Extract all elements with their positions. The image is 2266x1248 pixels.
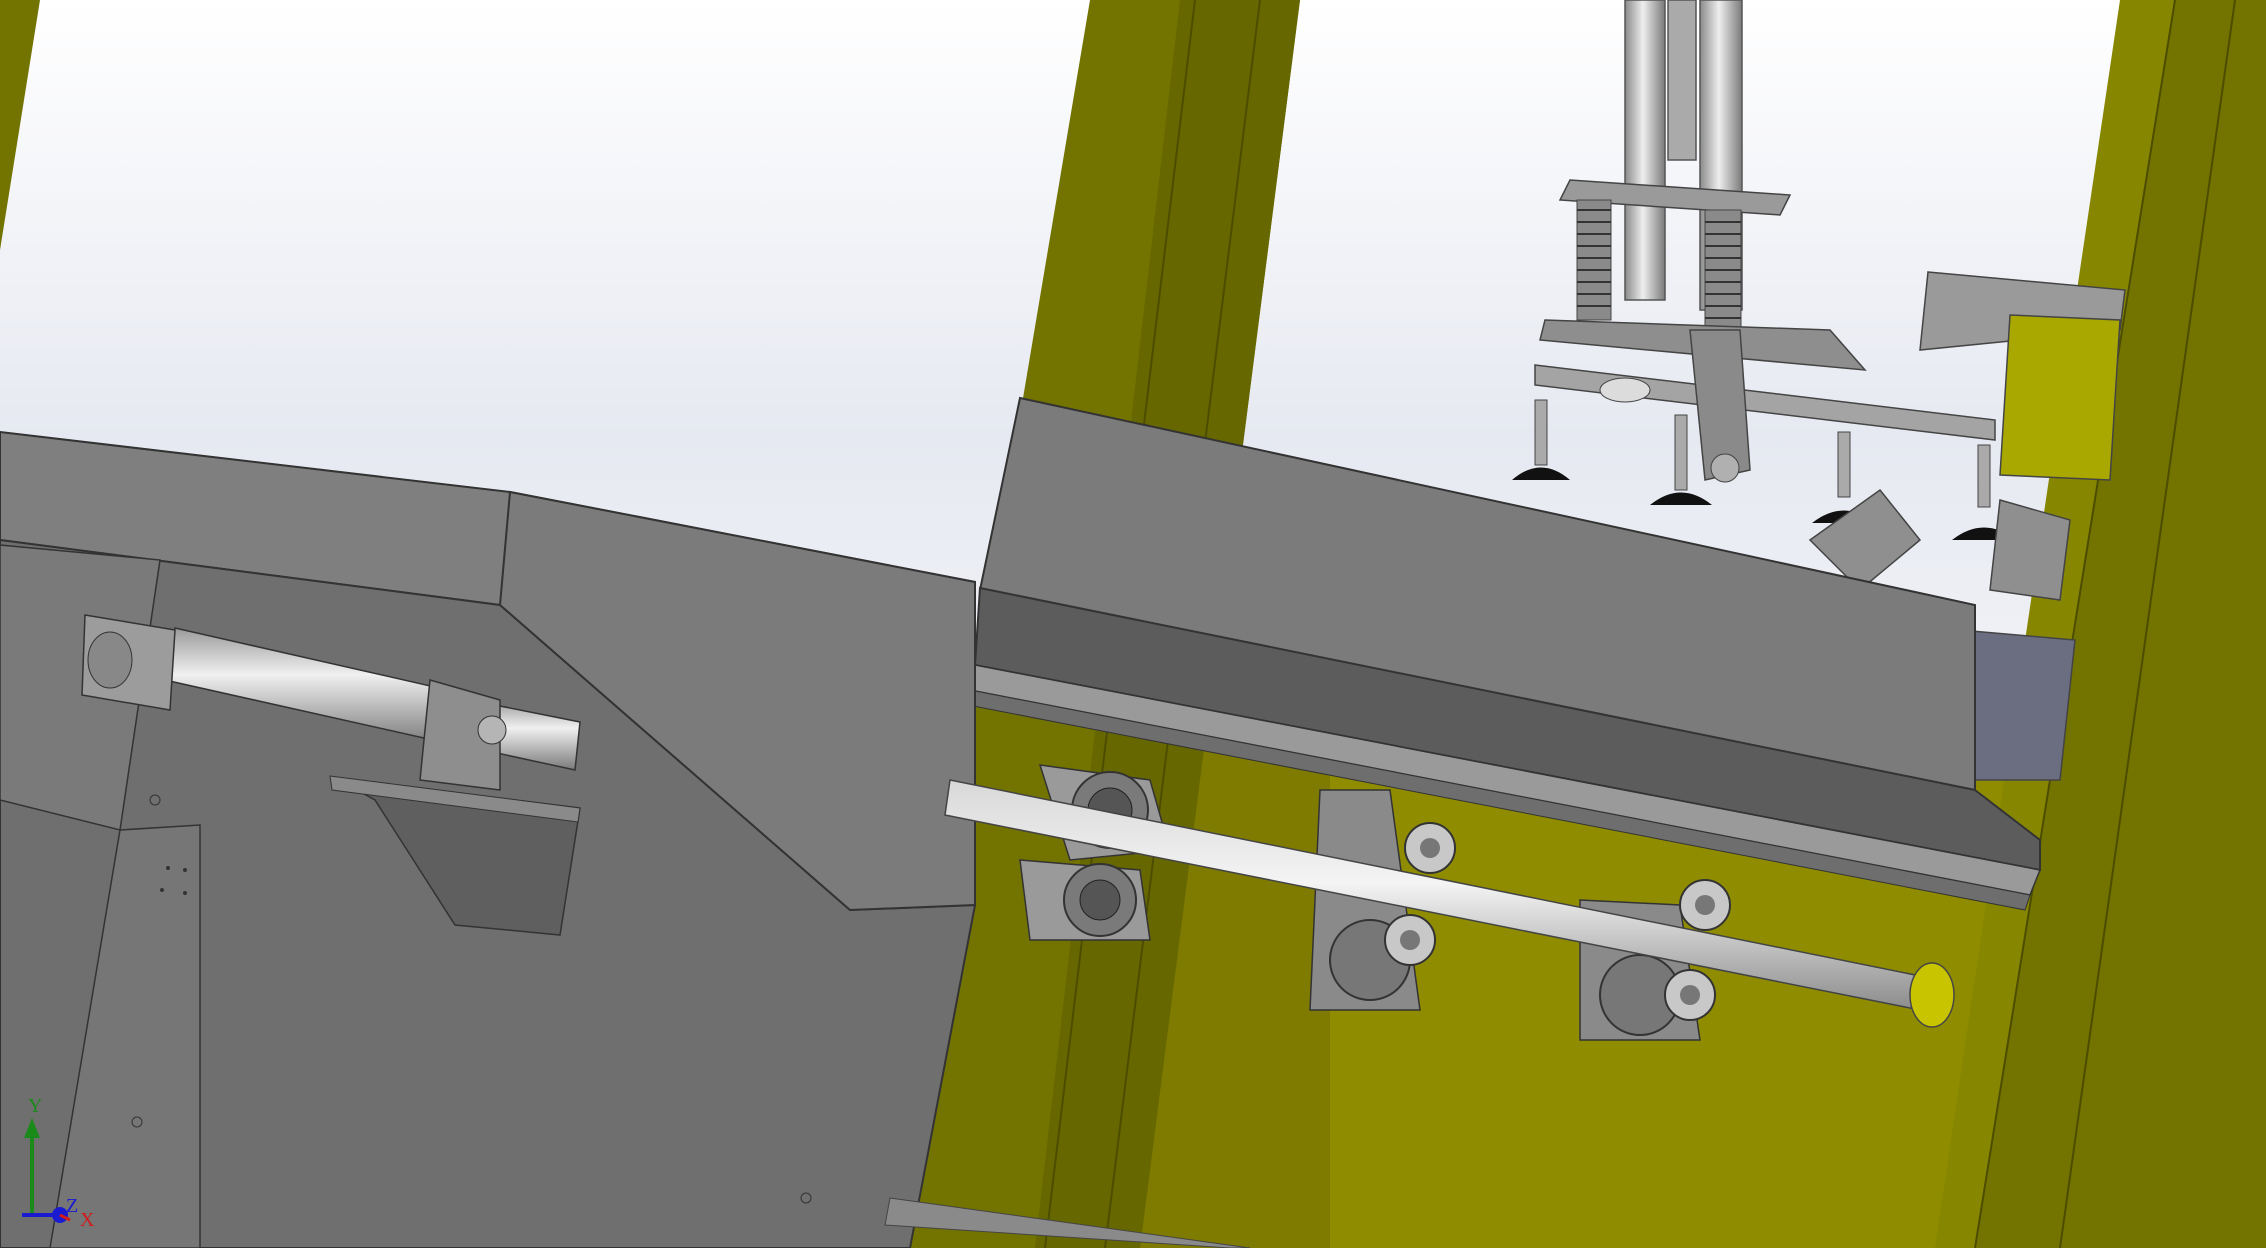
cad-graphics-area[interactable]: Y Z X	[0, 0, 2266, 1248]
y-axis-label: Y	[28, 1095, 42, 1117]
3d-model-view[interactable]	[0, 0, 2266, 1248]
orientation-triad[interactable]: Y Z X	[10, 1090, 110, 1230]
cam-follower	[1404, 822, 1456, 874]
mounting-hole	[183, 891, 187, 895]
mounting-hole	[183, 868, 187, 872]
y-axis-arrow-icon	[24, 1118, 40, 1138]
yellow-bracket	[1999, 314, 2121, 481]
spring-right	[1704, 209, 1742, 336]
shaft-end-cap	[1909, 962, 1955, 1028]
cam-follower	[1679, 879, 1731, 931]
cam-follower	[1664, 969, 1716, 1021]
spring-left	[1576, 199, 1612, 321]
guide-roller	[1019, 859, 1151, 941]
x-axis-label: X	[80, 1209, 95, 1230]
mounting-hole	[160, 888, 164, 892]
cam-follower	[1384, 914, 1436, 966]
mounting-hole	[166, 866, 170, 870]
z-axis-label: Z	[66, 1195, 78, 1217]
